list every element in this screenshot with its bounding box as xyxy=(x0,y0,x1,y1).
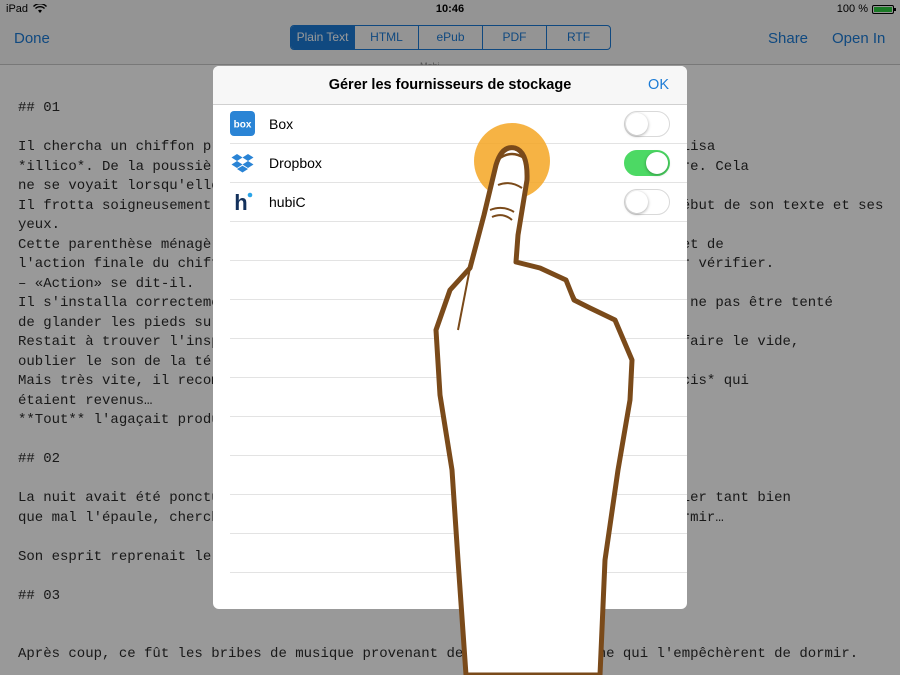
empty-row xyxy=(230,222,687,261)
ok-button[interactable]: OK xyxy=(648,77,669,93)
empty-row xyxy=(230,339,687,378)
empty-row xyxy=(230,534,687,573)
empty-row xyxy=(230,417,687,456)
hubic-icon: h xyxy=(230,189,255,215)
storage-providers-modal: Gérer les fournisseurs de stockage OK bo… xyxy=(213,66,687,609)
empty-row xyxy=(230,495,687,534)
dropbox-toggle[interactable] xyxy=(624,150,670,176)
hubic-toggle[interactable] xyxy=(624,189,670,215)
modal-header: Gérer les fournisseurs de stockage OK xyxy=(213,66,687,105)
provider-row-dropbox: Dropbox xyxy=(230,144,687,183)
provider-label: hubiC xyxy=(269,194,306,210)
box-icon: box xyxy=(230,111,255,136)
empty-row xyxy=(230,456,687,495)
provider-row-hubic: h hubiC xyxy=(230,183,687,222)
provider-list: box Box Dropbox h hubiC xyxy=(213,105,687,609)
provider-label: Box xyxy=(269,116,294,132)
empty-row xyxy=(230,300,687,339)
empty-row xyxy=(230,378,687,417)
provider-row-box: box Box xyxy=(230,105,687,144)
svg-text:h: h xyxy=(234,190,247,214)
modal-title: Gérer les fournisseurs de stockage xyxy=(328,77,572,93)
dropbox-icon xyxy=(230,150,255,175)
empty-row xyxy=(230,261,687,300)
provider-label: Dropbox xyxy=(269,155,322,171)
box-toggle[interactable] xyxy=(624,111,670,137)
svg-text:box: box xyxy=(234,120,252,131)
empty-row xyxy=(230,573,687,609)
